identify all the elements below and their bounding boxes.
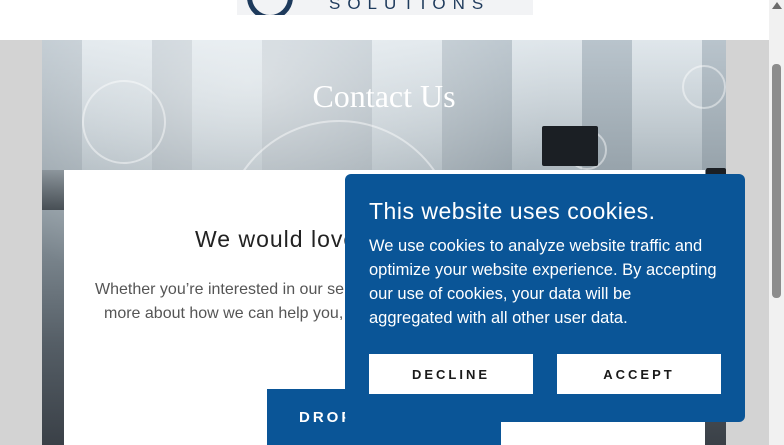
page-scrollbar[interactable] xyxy=(769,0,784,445)
scrollbar-thumb[interactable] xyxy=(772,64,781,298)
card-text-line: more about how we can help you, reach ou… xyxy=(104,305,355,322)
scroll-up-arrow-icon[interactable] xyxy=(772,2,782,9)
logo-ring-icon xyxy=(247,0,293,15)
site-header: SOLUTIONS xyxy=(0,0,769,40)
hero-window-decor xyxy=(632,40,702,190)
company-logo[interactable]: SOLUTIONS xyxy=(237,0,533,15)
card-description: Whether you’re interested in our service… xyxy=(95,278,355,326)
card-heading: We would love to hear from you xyxy=(195,226,355,252)
accept-cookies-button[interactable]: ACCEPT xyxy=(557,354,721,394)
monitor-decor xyxy=(542,126,598,166)
hero-window-decor xyxy=(512,40,582,190)
cookie-title: This website uses cookies. xyxy=(369,198,656,224)
card-text-line: Whether you’re interested in our service… xyxy=(95,281,355,298)
logo-text: SOLUTIONS xyxy=(329,0,491,13)
cookie-consent-banner: This website uses cookies. We use cookie… xyxy=(345,174,745,422)
cookie-description: We use cookies to analyze website traffi… xyxy=(369,237,717,327)
page-title: Contact Us xyxy=(312,78,456,114)
decline-cookies-button[interactable]: DECLINE xyxy=(369,354,533,394)
